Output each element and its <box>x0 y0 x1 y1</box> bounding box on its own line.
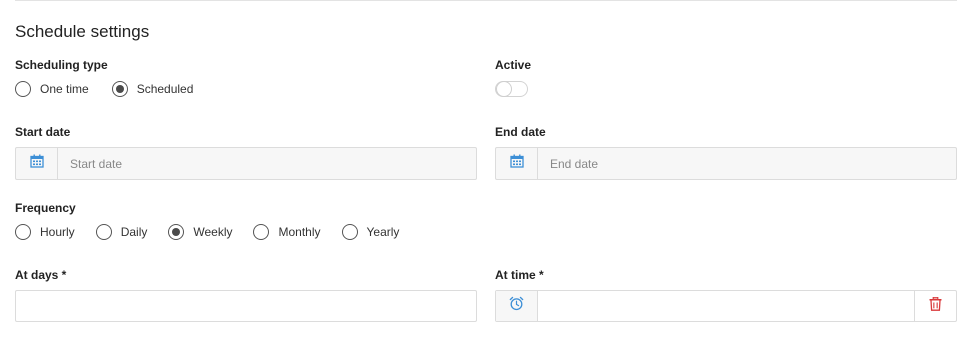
at-days-label: At days * <box>15 268 67 282</box>
start-date-input[interactable] <box>58 148 476 179</box>
trash-icon <box>929 296 942 316</box>
alarm-clock-icon <box>509 296 524 316</box>
radio-yearly-circle[interactable] <box>341 224 358 240</box>
scheduling-type-label: Scheduling type <box>15 58 108 72</box>
end-date-label: End date <box>495 125 546 139</box>
radio-one-time-circle[interactable] <box>15 81 31 97</box>
radio-weekly-label: Weekly <box>193 225 233 239</box>
radio-scheduled-label: Scheduled <box>136 82 194 96</box>
section-title: Schedule settings <box>15 22 150 41</box>
radio-one-time-label: One time <box>40 82 89 96</box>
radio-daily[interactable]: Daily <box>95 224 148 240</box>
radio-yearly[interactable]: Yearly <box>341 224 400 240</box>
end-date-input[interactable] <box>538 148 956 179</box>
radio-weekly-circle[interactable] <box>168 224 185 240</box>
radio-one-time[interactable]: One time <box>15 81 89 97</box>
at-time-clock-button[interactable] <box>496 291 538 321</box>
frequency-radio-group: Hourly Daily Weekly Monthly Yearly <box>15 222 399 242</box>
radio-weekly[interactable]: Weekly <box>168 224 232 240</box>
start-date-calendar-button[interactable] <box>16 148 58 179</box>
active-label: Active <box>495 58 532 72</box>
radio-monthly-circle[interactable] <box>253 224 270 240</box>
radio-hourly-label: Hourly <box>40 225 75 239</box>
scheduling-type-radio-group: One time Scheduled <box>15 79 193 99</box>
radio-yearly-label: Yearly <box>366 225 400 239</box>
calendar-icon <box>29 154 44 173</box>
radio-daily-label: Daily <box>120 225 148 239</box>
toggle-knob <box>496 81 512 97</box>
at-time-delete-button[interactable] <box>914 291 956 321</box>
start-date-field <box>15 147 477 180</box>
end-date-field <box>495 147 957 180</box>
radio-scheduled-circle[interactable] <box>111 81 128 97</box>
calendar-icon <box>509 154 524 173</box>
at-days-input[interactable] <box>16 291 476 321</box>
frequency-label: Frequency <box>15 201 76 215</box>
at-days-field <box>15 290 477 322</box>
radio-monthly-label: Monthly <box>278 225 321 239</box>
radio-daily-circle[interactable] <box>95 224 112 240</box>
end-date-calendar-button[interactable] <box>496 148 538 179</box>
at-time-label: At time * <box>495 268 544 282</box>
start-date-label: Start date <box>15 125 71 139</box>
radio-scheduled[interactable]: Scheduled <box>111 81 194 97</box>
at-time-field <box>495 290 957 322</box>
radio-monthly[interactable]: Monthly <box>253 224 321 240</box>
at-time-input[interactable] <box>538 291 914 321</box>
radio-hourly-circle[interactable] <box>15 224 31 240</box>
radio-hourly[interactable]: Hourly <box>15 224 75 240</box>
section-divider <box>15 0 957 1</box>
active-toggle[interactable] <box>495 81 528 97</box>
